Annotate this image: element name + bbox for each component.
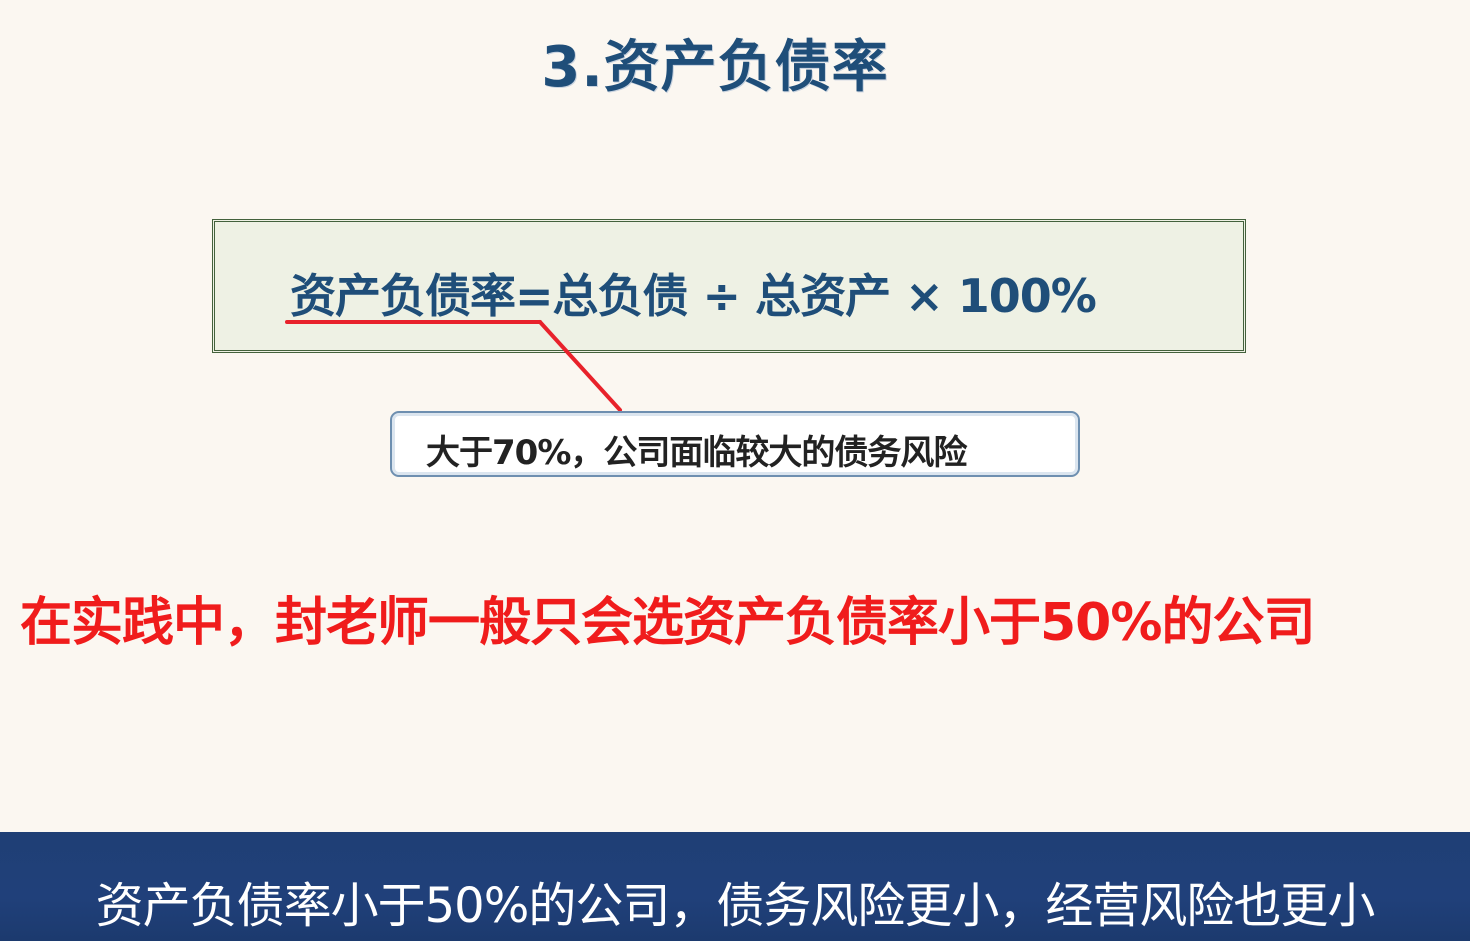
subtitle-text: 资产负债率小于50%的公司，债务风险更小，经营风险也更小 (95, 878, 1376, 934)
slide-title: 3.资产负债率 (541, 35, 889, 100)
formula-text: 资产负债率=总负债 ÷ 总资产 × 100% (290, 269, 1097, 323)
highlight-statement: 在实践中，封老师一般只会选资产负债率小于50%的公司 (20, 593, 1315, 653)
callout-text: 大于70%，公司面临较大的债务风险 (426, 433, 967, 473)
formula-box: 资产负债率=总负债 ÷ 总资产 × 100% (212, 219, 1246, 353)
callout-box: 大于70%，公司面临较大的债务风险 (390, 411, 1080, 477)
subtitle-bar: 资产负债率小于50%的公司，债务风险更小，经营风险也更小 (0, 832, 1470, 941)
